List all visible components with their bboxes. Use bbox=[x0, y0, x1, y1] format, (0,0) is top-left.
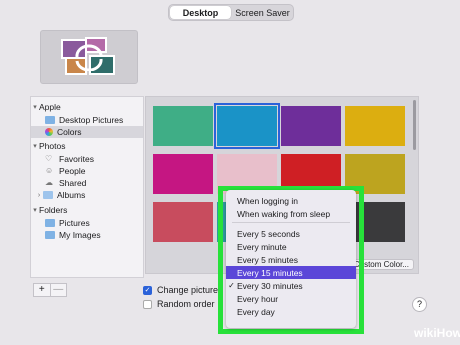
color-swatch[interactable] bbox=[345, 106, 405, 146]
cloud-icon: ☁ bbox=[45, 178, 53, 187]
album-icon bbox=[43, 191, 53, 199]
change-picture-label: Change picture: bbox=[157, 285, 221, 295]
sidebar-item-label: Favorites bbox=[59, 154, 94, 164]
segmented-tab-bar: Desktop Screen Saver bbox=[168, 4, 294, 21]
grid-scrollbar[interactable] bbox=[413, 100, 416, 150]
menu-item[interactable]: When logging in bbox=[226, 194, 356, 207]
rotate-arrows-icon bbox=[75, 44, 103, 71]
random-order-label: Random order bbox=[157, 299, 215, 309]
menu-item-label: Every 5 minutes bbox=[237, 254, 298, 265]
random-order-checkbox[interactable] bbox=[143, 300, 152, 309]
checkmark-icon: ✓ bbox=[228, 281, 235, 290]
menu-item[interactable]: Every 15 minutes bbox=[226, 266, 356, 279]
disclosure-open-icon[interactable]: ▾ bbox=[31, 206, 39, 214]
sidebar-item-people[interactable]: ☺ People bbox=[31, 165, 85, 177]
help-button[interactable]: ? bbox=[412, 297, 427, 312]
menu-item[interactable]: Every 5 seconds bbox=[226, 227, 356, 240]
disclosure-open-icon[interactable]: ▾ bbox=[31, 142, 39, 150]
folder-icon bbox=[45, 219, 55, 227]
sidebar-item-label: Albums bbox=[57, 190, 86, 200]
sidebar-section-folders[interactable]: ▾ Folders bbox=[31, 204, 67, 216]
sidebar-item-label: My Images bbox=[59, 230, 101, 240]
menu-item[interactable]: Every day bbox=[226, 305, 356, 318]
source-sidebar: ▾ Apple Desktop Pictures Colors ▾ Photos… bbox=[30, 96, 144, 278]
color-swatch[interactable] bbox=[153, 106, 213, 146]
menu-item-label: Every day bbox=[237, 306, 275, 317]
sidebar-item-albums[interactable]: › Albums bbox=[31, 189, 86, 201]
menu-item[interactable]: Every 5 minutes bbox=[226, 253, 356, 266]
menu-item-label: Every 30 minutes bbox=[237, 280, 303, 291]
current-picture-preview bbox=[40, 30, 138, 84]
menu-item[interactable]: When waking from sleep bbox=[226, 207, 356, 220]
sidebar-item-shared[interactable]: ☁ Shared bbox=[31, 177, 86, 189]
sidebar-item-label: Shared bbox=[59, 178, 87, 188]
menu-item-label: Every hour bbox=[237, 293, 279, 304]
sidebar-section-apple[interactable]: ▾ Apple bbox=[31, 101, 61, 113]
color-wheel-icon bbox=[45, 128, 53, 136]
color-swatch[interactable] bbox=[281, 106, 341, 146]
color-swatch[interactable] bbox=[153, 202, 213, 242]
sidebar-item-my-images[interactable]: My Images bbox=[31, 229, 101, 241]
sidebar-item-desktop-pictures[interactable]: Desktop Pictures bbox=[31, 114, 123, 126]
color-swatch[interactable] bbox=[153, 154, 213, 194]
watermark-text: wikiHow bbox=[414, 326, 460, 340]
sidebar-item-colors[interactable]: Colors bbox=[31, 126, 143, 138]
sidebar-item-favorites[interactable]: ♡ Favorites bbox=[31, 153, 94, 165]
sidebar-section-label: Photos bbox=[39, 141, 66, 151]
sidebar-section-label: Apple bbox=[39, 102, 61, 112]
disclosure-open-icon[interactable]: ▾ bbox=[31, 103, 39, 111]
sidebar-item-label: Desktop Pictures bbox=[59, 115, 124, 125]
sidebar-section-label: Folders bbox=[39, 205, 68, 215]
change-picture-checkbox[interactable]: ✓ bbox=[143, 286, 152, 295]
heart-icon: ♡ bbox=[45, 154, 53, 163]
color-swatch[interactable] bbox=[214, 103, 280, 149]
menu-item-label: Every 5 seconds bbox=[237, 228, 300, 239]
menu-separator bbox=[232, 222, 350, 223]
menu-item[interactable]: ✓ Every 30 minutes bbox=[226, 279, 356, 292]
menu-item-label: When waking from sleep bbox=[237, 208, 331, 219]
sidebar-item-pictures[interactable]: Pictures bbox=[31, 217, 90, 229]
person-icon: ☺ bbox=[45, 166, 54, 175]
folder-icon bbox=[45, 116, 55, 124]
sidebar-section-photos[interactable]: ▾ Photos bbox=[31, 140, 65, 152]
remove-button[interactable]: — bbox=[49, 284, 67, 296]
disclosure-closed-icon[interactable]: › bbox=[35, 192, 43, 199]
sidebar-item-label: People bbox=[59, 166, 86, 176]
sidebar-item-label: Pictures bbox=[59, 218, 90, 228]
change-interval-menu: When logging in When waking from sleep Eve… bbox=[226, 190, 356, 328]
menu-item-label: Every minute bbox=[237, 241, 287, 252]
menu-item[interactable]: Every minute bbox=[226, 240, 356, 253]
menu-item[interactable]: Every hour bbox=[226, 292, 356, 305]
tab-desktop[interactable]: Desktop bbox=[170, 6, 231, 19]
folder-icon bbox=[45, 231, 55, 239]
sidebar-item-label: Colors bbox=[57, 127, 82, 137]
tab-screen-saver[interactable]: Screen Saver bbox=[232, 5, 293, 20]
menu-item-label: Every 15 minutes bbox=[237, 267, 303, 278]
list-add-remove-control: + — bbox=[33, 283, 67, 297]
add-button[interactable]: + bbox=[34, 284, 50, 296]
menu-item-label: When logging in bbox=[237, 195, 298, 206]
